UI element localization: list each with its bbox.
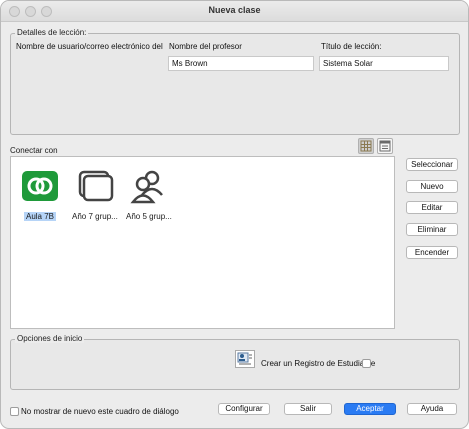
stacked-screens-icon: [74, 169, 114, 209]
student-register-icon: [235, 350, 255, 368]
class-link-icon: [20, 169, 60, 209]
help-button[interactable]: Ayuda: [407, 403, 457, 415]
teacher-name-field[interactable]: Ms Brown: [168, 56, 314, 71]
connect-with-label: Conectar con: [10, 146, 58, 155]
new-class-dialog: Nueva clase Detalles de lección: Nombre …: [0, 0, 469, 429]
tile-label: Aula 7B: [23, 212, 57, 221]
delete-button[interactable]: Eliminar: [406, 223, 458, 236]
list-view-icon: [379, 140, 391, 152]
tile-ano-7-grupo[interactable]: Año 7 grup...: [70, 169, 118, 221]
list-view-button[interactable]: [377, 138, 393, 154]
dont-show-checkbox[interactable]: [10, 407, 19, 416]
tile-label: Año 7 grup...: [72, 212, 118, 221]
connect-list-panel[interactable]: Aula 7B Año 7 grup... Año 5 grup...: [10, 156, 395, 329]
teacher-label: Nombre del profesor: [169, 42, 242, 51]
edit-button[interactable]: Editar: [406, 201, 458, 214]
startup-options-title: Opciones de inicio: [15, 334, 85, 343]
lesson-title-label: Título de lección:: [321, 42, 382, 51]
dont-show-label: No mostrar de nuevo este cuadro de diálo…: [21, 407, 179, 416]
tile-label: Año 5 grup...: [126, 212, 172, 221]
tile-ano-5-grupo[interactable]: Año 5 grup...: [124, 169, 172, 221]
configure-button[interactable]: Configurar: [218, 403, 270, 415]
new-button[interactable]: Nuevo: [406, 180, 458, 193]
lesson-details-title: Detalles de lección:: [15, 28, 89, 37]
user-group-icon: [128, 169, 168, 209]
username-label: Nombre de usuario/correo electrónico del: [16, 42, 163, 51]
accept-button[interactable]: Aceptar: [344, 403, 396, 415]
tile-aula-7b[interactable]: Aula 7B: [16, 169, 64, 221]
window-title: Nueva clase: [208, 5, 261, 15]
exit-button[interactable]: Salir: [284, 403, 332, 415]
grid-view-button[interactable]: [358, 138, 374, 154]
student-register-checkbox[interactable]: [362, 359, 371, 368]
grid-view-icon: [360, 140, 372, 152]
student-register-label: Crear un Registro de Estudiante: [261, 359, 376, 368]
power-on-button[interactable]: Encender: [406, 246, 458, 259]
title-bar: Nueva clase: [1, 1, 468, 22]
select-button[interactable]: Seleccionar: [406, 158, 458, 171]
lesson-title-field[interactable]: Sistema Solar: [319, 56, 449, 71]
